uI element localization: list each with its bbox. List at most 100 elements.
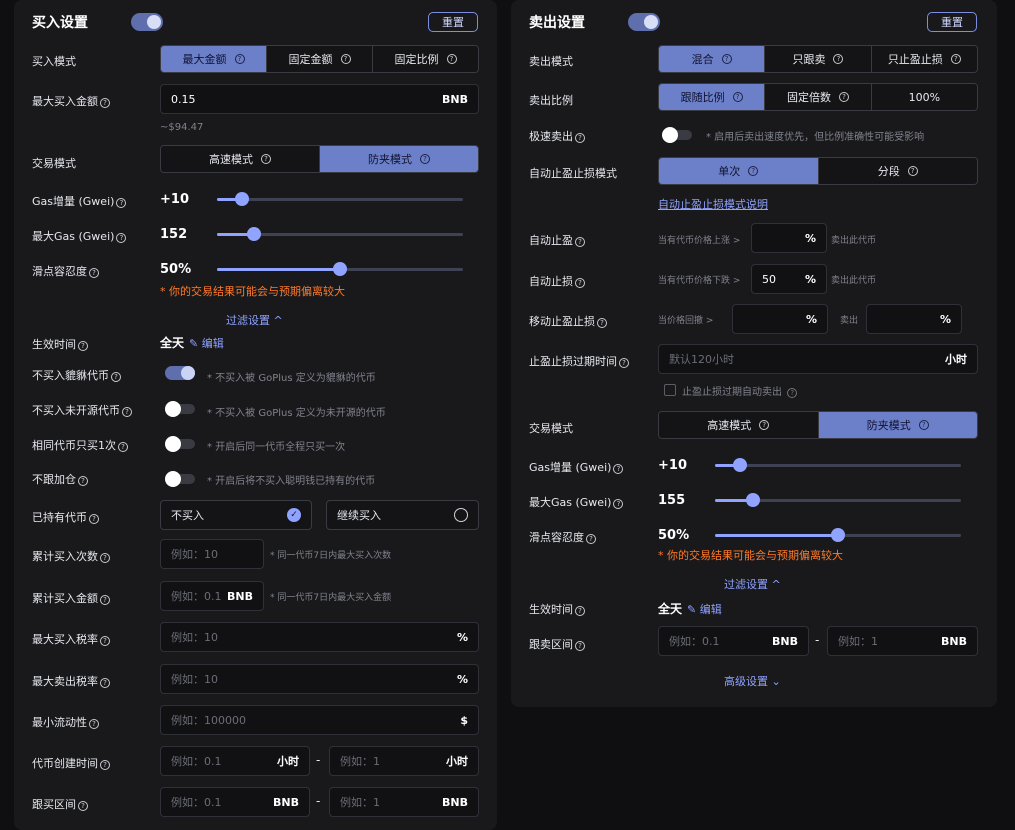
- buy-maxgas-value: 152: [160, 227, 188, 242]
- buy-total-input[interactable]: 例如：0.1 BNB: [160, 581, 264, 611]
- auto-tpsl-help-link[interactable]: 自动止盈止损模式说明: [658, 196, 768, 212]
- help-icon: ?: [575, 237, 585, 247]
- sell-ratio-fixed-multiple[interactable]: 固定倍数?: [764, 84, 871, 110]
- slider-thumb[interactable]: [234, 192, 249, 206]
- buy-trade-mode-fast[interactable]: 高速模式?: [161, 146, 319, 172]
- trailing-sell-input[interactable]: %: [866, 304, 962, 334]
- buy-mode-fixed-amount[interactable]: 固定金额?: [266, 46, 372, 72]
- buy-count-input[interactable]: 例如：10: [160, 539, 264, 569]
- follow-buy-range-label: 跟买区间?: [32, 796, 88, 812]
- buy-gas-value: +10: [160, 192, 189, 207]
- slider-thumb[interactable]: [746, 493, 761, 507]
- toggle-knob: [644, 15, 658, 29]
- buy-gas-label: Gas增量 (Gwei)?: [32, 193, 127, 209]
- sell-mode-follow-only[interactable]: 只跟卖?: [764, 46, 871, 72]
- sell-maxgas-slider[interactable]: [715, 493, 961, 507]
- sell-filter-settings-link[interactable]: 过滤设置 ^: [724, 576, 781, 592]
- no-honeypot-hint: * 不买入被 GoPlus 定义为貔貅的代币: [207, 373, 376, 384]
- help-icon: ?: [89, 514, 99, 524]
- advanced-settings-link[interactable]: 高级设置 ⌄: [724, 673, 781, 689]
- min-liquidity-input[interactable]: 例如：100000 $: [160, 705, 479, 735]
- held-no-buy-option[interactable]: 不买入 ✓: [160, 500, 312, 530]
- buy-slippage-value: 50%: [160, 262, 192, 277]
- no-unverified-toggle[interactable]: [165, 401, 195, 417]
- help-icon: ?: [111, 372, 121, 382]
- buy-count-label: 累计买入次数?: [32, 548, 110, 564]
- range-dash: -: [815, 633, 820, 647]
- token-created-max-input[interactable]: 例如：1 小时: [329, 746, 479, 776]
- buy-mode-label: 买入模式: [32, 55, 76, 68]
- follow-buy-range-min-input[interactable]: 例如：0.1 BNB: [160, 787, 310, 817]
- sell-mode-tpsl-only[interactable]: 只止盈止损?: [870, 46, 977, 72]
- buy-trade-mode-selector: 高速模式? 防夹模式?: [160, 145, 479, 173]
- sell-effective-edit-link[interactable]: ✎ 编辑: [687, 601, 722, 617]
- range-dash: -: [316, 753, 321, 767]
- sell-ratio-follow[interactable]: 跟随比例?: [659, 84, 765, 110]
- help-icon: ?: [100, 595, 110, 605]
- sell-gas-value: +10: [658, 458, 687, 473]
- buy-slippage-slider[interactable]: [217, 262, 463, 276]
- check-icon: ✓: [287, 508, 301, 522]
- sell-reset-button[interactable]: 重置: [927, 12, 977, 32]
- buy-effective-time-value: 全天: [160, 336, 185, 350]
- max-buy-amount-label: 最大买入金额?: [32, 93, 110, 109]
- no-unverified-label: 不买入未开源代币?: [32, 402, 132, 418]
- buy-reset-button[interactable]: 重置: [428, 12, 478, 32]
- tpsl-expire-input[interactable]: 默认120小时 小时: [658, 344, 978, 374]
- buy-mode-fixed-ratio[interactable]: 固定比例?: [372, 46, 478, 72]
- stop-loss-input[interactable]: 50 %: [751, 264, 827, 294]
- help-icon: ?: [446, 54, 457, 64]
- sell-settings-title: 卖出设置: [529, 15, 585, 31]
- sell-mode-label: 卖出模式: [529, 55, 573, 68]
- buy-trade-mode-label: 交易模式: [32, 157, 76, 170]
- sell-ratio-100[interactable]: 100%: [870, 84, 977, 110]
- buy-total-label: 累计买入金额?: [32, 590, 110, 606]
- sell-mode-selector: 混合? 只跟卖? 只止盈止损?: [658, 45, 978, 73]
- max-sell-tax-input[interactable]: 例如：10 %: [160, 664, 479, 694]
- sell-trade-mode-antisandwich[interactable]: 防夹模式?: [817, 412, 977, 438]
- slider-thumb[interactable]: [831, 528, 845, 542]
- take-profit-input[interactable]: %: [751, 223, 827, 253]
- auto-tpsl-staged[interactable]: 分段?: [817, 158, 977, 184]
- follow-sell-range-max-input[interactable]: 例如：1 BNB: [827, 626, 978, 656]
- sell-maxgas-value: 155: [658, 493, 686, 508]
- buy-trade-mode-antisandwich[interactable]: 防夹模式?: [319, 146, 478, 172]
- buy-effective-edit-link[interactable]: ✎ 编辑: [189, 335, 224, 351]
- no-follow-add-label: 不跟加仓?: [32, 471, 88, 487]
- follow-sell-range-min-input[interactable]: 例如：0.1 BNB: [658, 626, 809, 656]
- trailing-tpsl-label: 移动止盈止损?: [529, 313, 607, 329]
- trailing-mid: 卖出: [840, 316, 859, 326]
- no-follow-add-toggle[interactable]: [165, 471, 195, 487]
- no-honeypot-toggle[interactable]: [165, 366, 195, 380]
- buy-mode-max-amount[interactable]: 最大金额?: [161, 46, 266, 72]
- sell-trade-mode-fast[interactable]: 高速模式?: [659, 412, 818, 438]
- token-created-min-input[interactable]: 例如：0.1 小时: [160, 746, 310, 776]
- buy-gas-slider[interactable]: [217, 192, 463, 206]
- buy-settings-toggle[interactable]: [131, 13, 163, 31]
- sell-mode-mixed[interactable]: 混合?: [659, 46, 765, 72]
- max-buy-tax-input[interactable]: 例如：10 %: [160, 622, 479, 652]
- fast-sell-toggle[interactable]: [662, 127, 692, 143]
- take-profit-suffix: 卖出此代币: [831, 236, 877, 246]
- slider-thumb[interactable]: [246, 227, 261, 241]
- buy-maxgas-slider[interactable]: [217, 227, 463, 241]
- max-buy-tax-label: 最大买入税率?: [32, 631, 110, 647]
- buy-once-label: 相同代币只买1次?: [32, 437, 128, 453]
- help-icon: ?: [89, 268, 99, 278]
- min-liquidity-label: 最小流动性?: [32, 714, 99, 730]
- buy-once-toggle[interactable]: [165, 436, 195, 452]
- sell-slippage-slider[interactable]: [715, 528, 961, 542]
- slider-thumb[interactable]: [732, 458, 747, 472]
- sell-gas-slider[interactable]: [715, 458, 961, 472]
- tpsl-expire-auto-sell-checkbox[interactable]: [664, 384, 676, 396]
- auto-tpsl-single[interactable]: 单次?: [659, 158, 818, 184]
- max-buy-amount-input[interactable]: 0.15 BNB: [160, 84, 479, 114]
- trailing-drawdown-input[interactable]: %: [732, 304, 828, 334]
- help-icon: ?: [759, 420, 770, 430]
- held-continue-buy-option[interactable]: 继续买入: [326, 500, 479, 530]
- help-icon: ?: [100, 636, 110, 646]
- follow-buy-range-max-input[interactable]: 例如：1 BNB: [329, 787, 479, 817]
- slider-thumb[interactable]: [333, 262, 347, 276]
- sell-settings-toggle[interactable]: [628, 13, 660, 31]
- buy-filter-settings-link[interactable]: 过滤设置 ^: [226, 312, 283, 328]
